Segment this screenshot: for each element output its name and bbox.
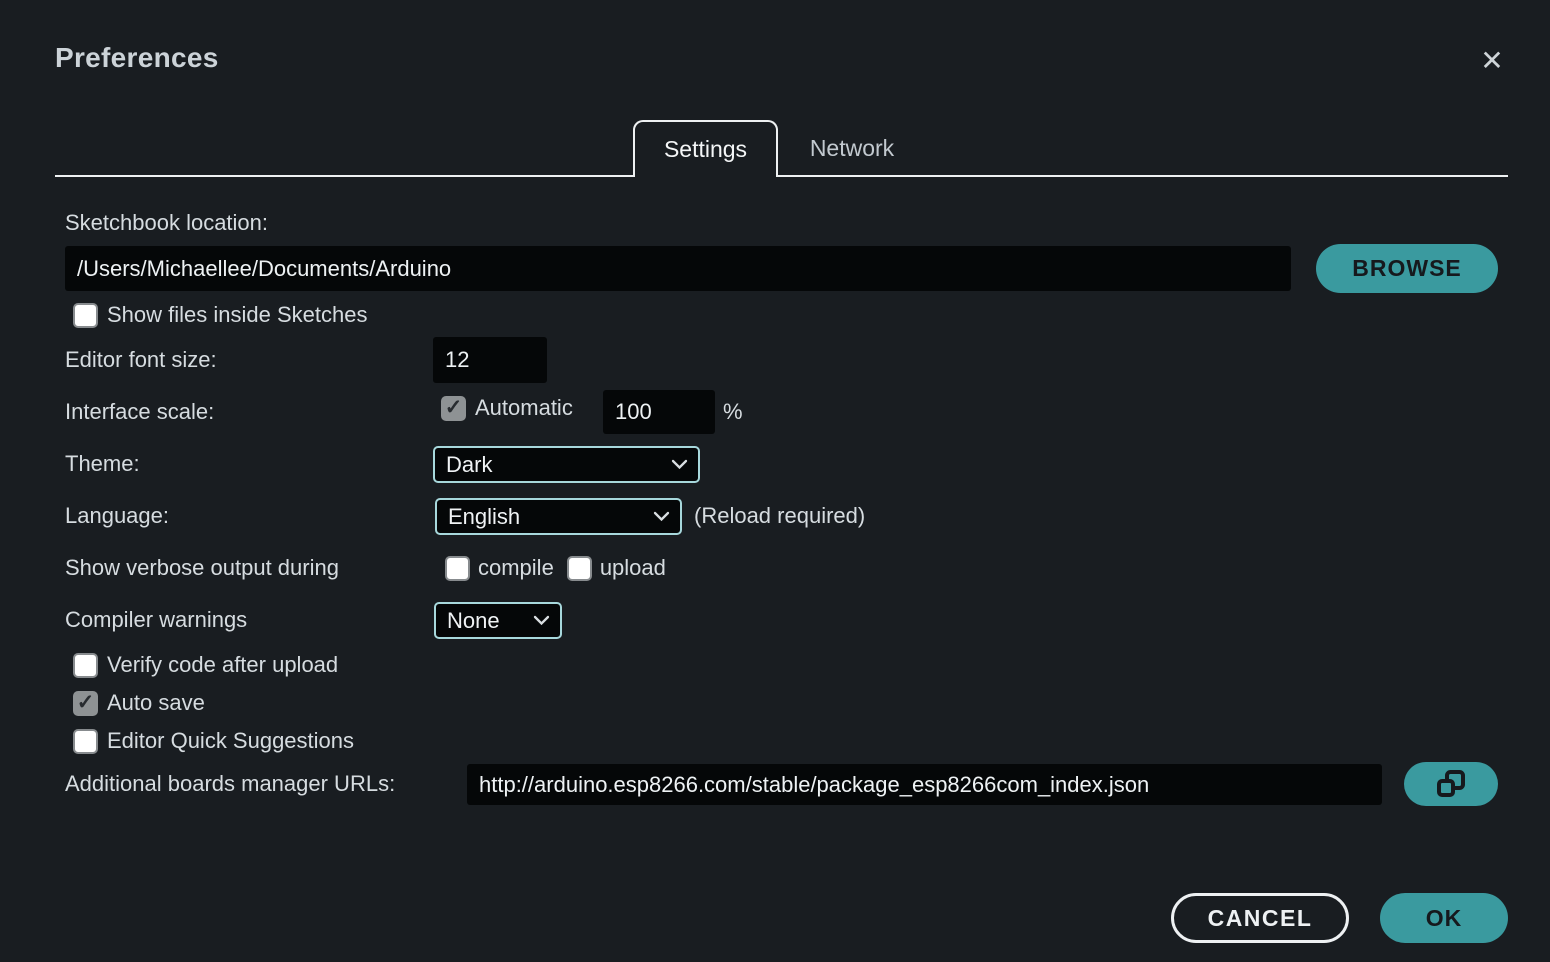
quick-suggestions-label: Editor Quick Suggestions [107,728,355,753]
verbose-output-row: compile upload [445,555,666,581]
tab-network[interactable]: Network [782,122,922,174]
sketchbook-location-input[interactable] [65,246,1291,291]
verbose-compile-label: compile [478,555,554,580]
theme-select[interactable]: Dark [433,446,700,483]
theme-label: Theme: [65,451,140,476]
preferences-dialog: Preferences ✕ Settings Network Sketchboo… [0,0,1550,962]
tab-divider-line [55,175,1508,177]
compiler-warnings-label: Compiler warnings [65,607,248,632]
verbose-output-label: Show verbose output during [65,555,339,580]
language-select[interactable]: English [435,498,682,535]
quick-suggestions-checkbox[interactable] [73,728,98,754]
verbose-upload-label: upload [599,555,666,580]
page-title: Preferences [55,42,219,73]
language-reload-note: (Reload required) [694,503,866,528]
interface-scale-auto-row: Automatic [441,395,573,421]
quick-suggestions-row: Editor Quick Suggestions [73,728,354,754]
cancel-button[interactable]: CANCEL [1171,893,1349,943]
interface-scale-auto-label: Automatic [475,395,573,420]
verify-code-row: Verify code after upload [73,652,338,678]
theme-select-value: Dark [446,451,493,477]
sketchbook-location-label: Sketchbook location: [65,210,269,235]
boards-urls-label: Additional boards manager URLs: [65,771,396,796]
interface-scale-input[interactable] [603,390,715,434]
tab-settings-label: Settings [663,136,748,162]
interface-scale-unit: % [723,399,743,424]
auto-save-row: Auto save [73,690,205,716]
language-label: Language: [65,503,169,528]
show-files-label: Show files inside Sketches [107,302,368,327]
chevron-down-icon [533,615,550,626]
compiler-warnings-select[interactable]: None [434,602,562,639]
verify-code-checkbox[interactable] [73,652,98,678]
verify-code-label: Verify code after upload [107,652,339,677]
browse-button[interactable]: BROWSE [1316,244,1498,293]
close-icon: ✕ [1480,44,1504,76]
tab-settings[interactable]: Settings [633,120,778,177]
close-button[interactable]: ✕ [1470,40,1514,80]
verbose-upload-checkbox[interactable] [566,555,592,581]
ok-button[interactable]: OK [1380,893,1508,943]
verbose-compile-checkbox[interactable] [445,555,470,581]
show-files-checkbox[interactable] [73,302,98,328]
compiler-warnings-value: None [447,607,500,633]
show-files-row: Show files inside Sketches [73,302,367,328]
editor-font-size-label: Editor font size: [65,347,217,372]
chevron-down-icon [653,511,670,522]
interface-scale-label: Interface scale: [65,399,215,424]
editor-font-size-input[interactable] [433,337,547,383]
chevron-down-icon [671,459,688,470]
auto-save-checkbox[interactable] [73,690,98,716]
clone-window-icon [1437,770,1465,797]
interface-scale-auto-checkbox[interactable] [441,395,466,421]
boards-urls-expand-button[interactable] [1404,762,1498,806]
boards-urls-input[interactable] [467,764,1382,805]
auto-save-label: Auto save [107,690,205,715]
tab-network-label: Network [809,134,895,161]
language-select-value: English [448,503,521,529]
